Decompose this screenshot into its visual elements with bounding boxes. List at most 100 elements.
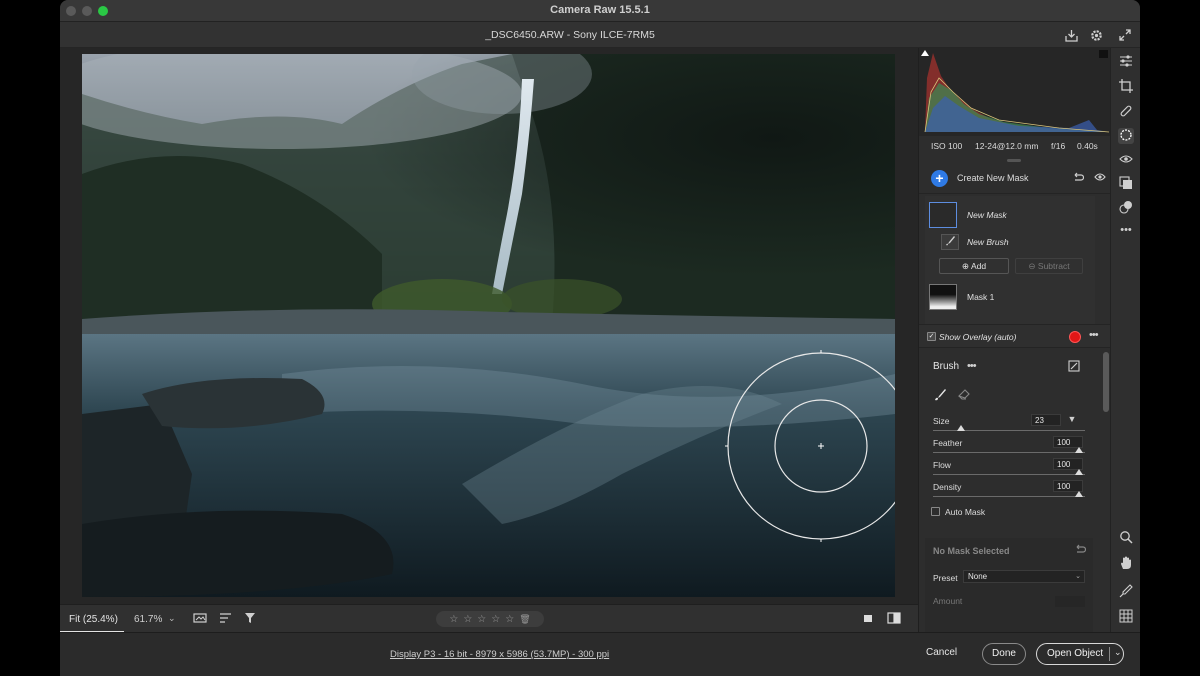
star-icon[interactable]: ☆ xyxy=(449,614,458,625)
image-canvas[interactable] xyxy=(60,48,918,604)
star-icon[interactable]: ☆ xyxy=(505,614,514,625)
cancel-button[interactable]: Cancel xyxy=(926,647,957,658)
no-mask-section: No Mask Selected Preset None ⌄ Amount xyxy=(925,538,1093,632)
before-after-icon[interactable] xyxy=(886,612,902,626)
tool-strip: ••• xyxy=(1110,48,1140,632)
panel-resize-grip[interactable] xyxy=(1007,159,1021,162)
snapshots-icon[interactable] xyxy=(1118,176,1134,192)
auto-mask-checkbox[interactable] xyxy=(931,507,940,516)
show-overlay-row: ✓ Show Overlay (auto) ••• xyxy=(919,324,1111,348)
size-slider[interactable] xyxy=(933,430,1085,431)
new-mask-label[interactable]: New Mask xyxy=(967,210,1007,220)
brush-options-icon[interactable]: ••• xyxy=(967,360,977,372)
reset-icon[interactable] xyxy=(1071,172,1085,186)
masking-icon[interactable] xyxy=(1118,128,1134,144)
save-icon[interactable] xyxy=(1062,26,1080,44)
filmstrip-icon[interactable] xyxy=(192,612,208,626)
add-button-label: Add xyxy=(970,261,987,271)
show-overlay-checkbox[interactable]: ✓ xyxy=(927,332,936,341)
more-options-icon[interactable]: ••• xyxy=(1089,329,1099,341)
density-slider[interactable] xyxy=(933,496,1085,497)
brush-tool-icon[interactable] xyxy=(933,388,947,402)
amount-label: Amount xyxy=(933,596,963,606)
zoom-dropdown-icon[interactable]: ⌄ xyxy=(168,613,176,624)
workflow-options-link[interactable]: Display P3 - 16 bit - 8979 x 5986 (53.7M… xyxy=(390,649,609,660)
feather-label: Feather xyxy=(933,438,963,448)
preset-label: Preset xyxy=(933,573,958,583)
settings-gear-icon[interactable] xyxy=(1087,26,1105,44)
flow-slider[interactable] xyxy=(933,474,1085,475)
star-icon[interactable]: ☆ xyxy=(463,614,472,625)
mask-list: New Mask New Brush ⊕ Add ⊖ Subtract Mask… xyxy=(925,196,1095,328)
footer-bar: Display P3 - 16 bit - 8979 x 5986 (53.7M… xyxy=(60,632,1140,676)
grid-overlay-icon[interactable] xyxy=(1118,609,1134,625)
density-slider-thumb[interactable] xyxy=(1075,491,1083,497)
new-mask-thumbnail[interactable] xyxy=(929,202,957,228)
overlay-color-swatch[interactable] xyxy=(1069,331,1081,343)
reset-adjustments-icon[interactable] xyxy=(1073,544,1087,558)
brush-component-icon[interactable] xyxy=(941,234,959,250)
flow-slider-thumb[interactable] xyxy=(1075,469,1083,475)
zoom-tool-icon[interactable] xyxy=(1118,530,1134,546)
star-icon[interactable]: ☆ xyxy=(491,614,500,625)
sort-icon[interactable] xyxy=(218,612,234,626)
eraser-icon[interactable] xyxy=(957,388,971,402)
camera-raw-window: Camera Raw 15.5.1 _DSC6450.ARW - Sony IL… xyxy=(60,0,1140,676)
chevron-down-icon: ⌄ xyxy=(1075,573,1081,580)
fullscreen-icon[interactable] xyxy=(1116,26,1134,44)
presets-icon[interactable] xyxy=(1118,200,1134,216)
auto-mask-label[interactable]: Auto Mask xyxy=(945,507,985,517)
filter-icon[interactable] xyxy=(242,612,258,626)
window-title: Camera Raw 15.5.1 xyxy=(550,4,650,16)
feather-slider[interactable] xyxy=(933,452,1085,453)
zoom-fit-button[interactable]: Fit (25.4%) xyxy=(60,605,124,633)
create-new-mask-label[interactable]: Create New Mask xyxy=(957,173,1029,183)
star-rating[interactable]: ☆ ☆ ☆ ☆ ☆ 🗑 xyxy=(436,611,544,627)
chevron-down-icon[interactable]: ⌄ xyxy=(1109,647,1122,661)
add-mask-icon[interactable]: + xyxy=(931,170,948,187)
crop-view-icon[interactable] xyxy=(860,612,876,626)
brush-title: Brush xyxy=(933,361,960,372)
feather-slider-thumb[interactable] xyxy=(1075,447,1083,453)
new-brush-label[interactable]: New Brush xyxy=(967,237,1009,247)
exif-info: ISO 100 12-24@12.0 mm f/16 0.40s xyxy=(919,136,1111,156)
size-value-field[interactable]: 23 xyxy=(1031,414,1061,426)
panel-scrollbar[interactable] xyxy=(1103,352,1109,412)
subtract-button-label: Subtract xyxy=(1037,261,1070,271)
exif-shutter: 0.40s xyxy=(1077,141,1098,151)
hand-tool-icon[interactable] xyxy=(1118,556,1134,572)
color-sampler-icon[interactable] xyxy=(1118,584,1134,600)
preset-value: None xyxy=(968,572,988,581)
brush-mode-icon[interactable] xyxy=(1067,360,1081,374)
histogram xyxy=(919,48,1111,136)
masking-panel: ISO 100 12-24@12.0 mm f/16 0.40s + Creat… xyxy=(918,48,1111,632)
red-eye-icon[interactable] xyxy=(1118,153,1134,169)
exif-lens: 12-24@12.0 mm xyxy=(975,141,1039,151)
mask1-label[interactable]: Mask 1 xyxy=(967,292,994,302)
more-tools-icon[interactable]: ••• xyxy=(1118,222,1134,238)
add-button[interactable]: ⊕ Add xyxy=(939,258,1009,274)
size-dropdown-icon[interactable]: ▼ xyxy=(1065,412,1079,426)
open-object-button[interactable]: Open Object ⌄ xyxy=(1036,643,1124,665)
amount-value-field[interactable] xyxy=(1055,596,1085,607)
no-mask-title: No Mask Selected xyxy=(933,546,1010,556)
flow-label: Flow xyxy=(933,460,951,470)
star-icon[interactable]: ☆ xyxy=(477,614,486,625)
density-label: Density xyxy=(933,482,962,492)
size-slider-thumb[interactable] xyxy=(957,425,965,431)
mask1-thumbnail[interactable] xyxy=(929,284,957,310)
edit-sliders-icon[interactable] xyxy=(1118,54,1134,70)
show-overlay-label[interactable]: Show Overlay (auto) xyxy=(939,332,1016,342)
done-button[interactable]: Done xyxy=(982,643,1026,665)
healing-icon[interactable] xyxy=(1118,104,1134,120)
crop-icon[interactable] xyxy=(1118,79,1134,95)
visibility-eye-icon[interactable] xyxy=(1093,172,1107,186)
subtract-circle-icon: ⊖ xyxy=(1028,261,1038,271)
preset-dropdown[interactable]: None ⌄ xyxy=(963,570,1085,583)
trash-icon[interactable]: 🗑 xyxy=(519,614,530,625)
photo-toolbar: Fit (25.4%) 61.7% ⌄ ☆ ☆ ☆ ☆ ☆ 🗑 xyxy=(60,604,918,633)
open-object-label: Open Object xyxy=(1047,648,1104,659)
subtract-button[interactable]: ⊖ Subtract xyxy=(1015,258,1083,274)
size-label: Size xyxy=(933,416,950,426)
photo-preview[interactable] xyxy=(82,54,895,597)
